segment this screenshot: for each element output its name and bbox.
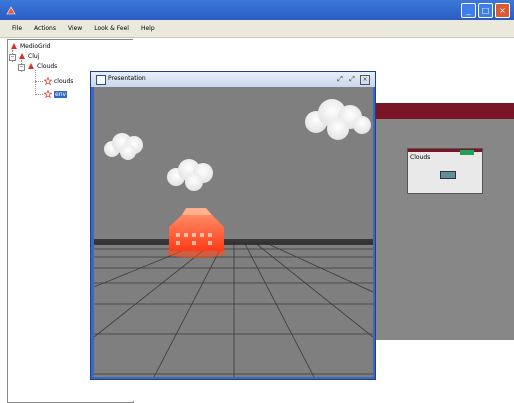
horizon-strip: [94, 239, 373, 245]
tree-connector: [35, 81, 43, 82]
maximize-icon[interactable]: ⤢: [348, 75, 356, 83]
background-window-title-bar[interactable]: [372, 103, 514, 119]
presentation-window[interactable]: Presentation ⤢ ⤢ ×: [90, 71, 376, 380]
presentation-title-bar[interactable]: Presentation ⤢ ⤢ ×: [91, 72, 375, 87]
menu-file[interactable]: File: [12, 25, 22, 32]
tree-expander[interactable]: −: [18, 64, 25, 71]
node-title: Clouds: [410, 154, 431, 161]
tree-node-clouds-group[interactable]: Clouds: [27, 61, 57, 71]
window-icon: [96, 75, 106, 85]
tree-node-label: clouds: [54, 77, 74, 85]
3d-scene-viewport[interactable]: [93, 87, 374, 378]
status-badge: [460, 150, 474, 155]
tree-node-label: MedioGrid: [20, 42, 51, 50]
menu-look-and-feel[interactable]: Look & Feel: [94, 25, 129, 32]
maximize-button[interactable]: □: [478, 3, 493, 18]
menu-help[interactable]: Help: [141, 25, 155, 32]
undock-icon[interactable]: ⤢: [336, 75, 344, 83]
close-button[interactable]: ×: [495, 3, 510, 18]
tree-node-label: Cluj: [28, 52, 40, 60]
node-icon: [28, 63, 34, 69]
tree-node-env[interactable]: env: [44, 89, 68, 99]
background-window[interactable]: [371, 103, 514, 340]
tree-node-clouds[interactable]: clouds: [44, 76, 73, 86]
scene-render: [93, 87, 374, 378]
tree-connector: [35, 94, 43, 95]
tree-expander[interactable]: −: [9, 54, 16, 61]
tree-node-root[interactable]: MedioGrid: [10, 41, 51, 51]
menu-actions[interactable]: Actions: [34, 25, 56, 32]
star-icon: [44, 77, 52, 85]
star-icon: [44, 90, 52, 98]
tree-node-label: Clouds: [37, 62, 58, 70]
node-icon: [19, 53, 25, 59]
tree-connector: [35, 70, 36, 95]
close-icon[interactable]: ×: [360, 75, 370, 85]
tree-node-label-selected: env: [54, 90, 68, 98]
menu-view[interactable]: View: [68, 25, 82, 32]
main-title-bar[interactable]: _ □ ×: [0, 0, 514, 20]
node-icon: [11, 43, 17, 49]
tree-node-cluj[interactable]: Cluj: [18, 51, 39, 61]
app-icon: [6, 6, 16, 15]
menu-bar: File Actions View Look & Feel Help: [0, 20, 514, 38]
clouds-node-box[interactable]: Clouds: [407, 148, 483, 194]
presentation-title: Presentation: [108, 75, 146, 82]
node-widget[interactable]: [440, 171, 456, 179]
minimize-button[interactable]: _: [461, 3, 476, 18]
